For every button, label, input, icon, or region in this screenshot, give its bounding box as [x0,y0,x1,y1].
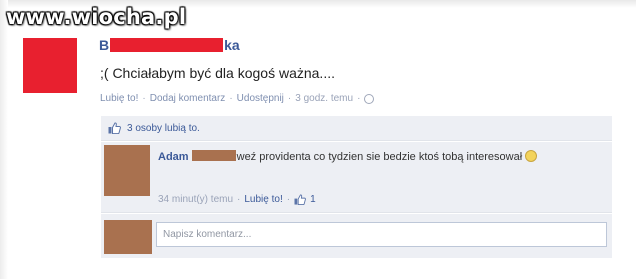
status-text: ;( Chciałabym być dla kogoś ważna.... [100,65,335,81]
comment-item: Adam weź providenta co tydzien sie bedzi… [101,142,612,213]
like-link[interactable]: Lubię to! [100,93,138,104]
commenter-avatar[interactable] [104,145,150,196]
globe-icon [364,93,375,104]
comment-meta: 34 minut(y) temu · Lubię to! · 1 [158,194,316,205]
comment-text: weź providenta co tydzien sie bedzie kto… [236,151,523,163]
author-avatar[interactable] [23,38,77,93]
thumbs-up-icon [108,122,121,134]
viewer-avatar [104,220,152,254]
author-name-end: ka [224,37,240,53]
separator: · [229,93,233,104]
separator: · [237,194,241,205]
write-comment-area [101,214,612,258]
add-comment-link[interactable]: Dodaj komentarz [150,93,226,104]
comment-like-link[interactable]: Lubię to! [244,194,282,205]
comment-body: Adam weź providenta co tydzien sie bedzi… [158,150,608,165]
share-link[interactable]: Udostępnij [237,93,284,104]
comment-like-count[interactable]: 1 [310,194,316,205]
thumbs-up-icon [294,194,306,205]
post-time[interactable]: 3 godz. temu [295,93,353,104]
post-actions: Lubię to! · Dodaj komentarz · Udostępnij… [100,93,375,104]
post-author[interactable]: B ka [99,37,240,53]
likes-summary: 3 osoby lubią to. [101,116,612,141]
likes-count-link[interactable]: 3 osoby lubią to. [127,123,200,134]
name-redaction [110,38,224,52]
left-shadow [0,0,8,279]
comment-time[interactable]: 34 minut(y) temu [158,194,233,205]
separator: · [357,93,361,104]
watermark: www.wiocha.pl [6,5,187,29]
comment-input[interactable] [156,222,607,247]
smiley-icon [525,150,538,162]
separator: · [287,93,292,104]
separator: · [142,93,146,104]
separator: · [286,194,291,205]
author-name-start: B [99,37,110,53]
surname-redaction [191,150,236,161]
commenter-name[interactable]: Adam [158,151,189,163]
